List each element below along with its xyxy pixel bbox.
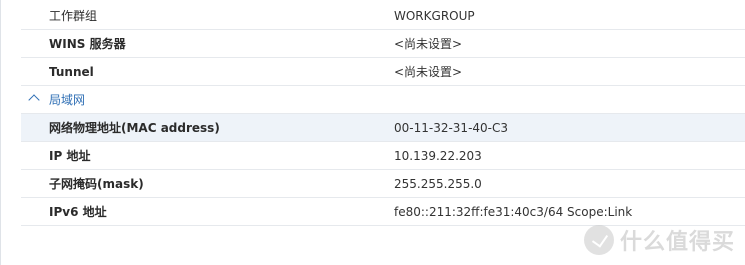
info-row-value: WORKGROUP <box>394 9 475 23</box>
info-row-label: Tunnel <box>49 65 94 79</box>
info-row-value: fe80::211:32ff:fe31:40c3/64 Scope:Link <box>394 205 633 219</box>
network-info-panel: 工作群组 WORKGROUP WINS 服务器 <尚未设置> Tunnel <尚… <box>0 0 745 265</box>
info-row-label: 工作群组 <box>49 9 98 23</box>
chevron-up-icon[interactable] <box>28 94 40 106</box>
watermark: 什么值得买 <box>583 223 735 257</box>
info-row-value: <尚未设置> <box>394 65 463 79</box>
info-row-value: 10.139.22.203 <box>394 149 482 163</box>
info-row-label: IP 地址 <box>49 149 91 163</box>
lan-section-header[interactable]: 局域网 <box>21 86 745 114</box>
info-row-value: 00-11-32-31-40-C3 <box>394 121 509 135</box>
lan-section-title: 局域网 <box>49 93 86 107</box>
info-row-label: IPv6 地址 <box>49 205 107 219</box>
info-row-label: 子网掩码(mask) <box>49 177 144 191</box>
smzdm-logo-icon <box>583 225 614 255</box>
info-row-wins-server: WINS 服务器 <尚未设置> <box>21 30 745 58</box>
info-row-value: <尚未设置> <box>394 37 463 51</box>
info-row-value: 255.255.255.0 <box>394 177 482 191</box>
info-row-ipv6-address: IPv6 地址 fe80::211:32ff:fe31:40c3/64 Scop… <box>21 198 745 226</box>
info-row-label: 网络物理地址(MAC address) <box>49 121 220 135</box>
info-row-workgroup: 工作群组 WORKGROUP <box>21 2 745 30</box>
info-row-label: WINS 服务器 <box>49 37 126 51</box>
watermark-text: 什么值得买 <box>619 230 735 255</box>
info-row-subnet-mask: 子网掩码(mask) 255.255.255.0 <box>21 170 745 198</box>
info-row-ip-address: IP 地址 10.139.22.203 <box>21 142 745 170</box>
info-row-tunnel: Tunnel <尚未设置> <box>21 58 745 86</box>
info-row-mac-address: 网络物理地址(MAC address) 00-11-32-31-40-C3 <box>21 114 745 142</box>
